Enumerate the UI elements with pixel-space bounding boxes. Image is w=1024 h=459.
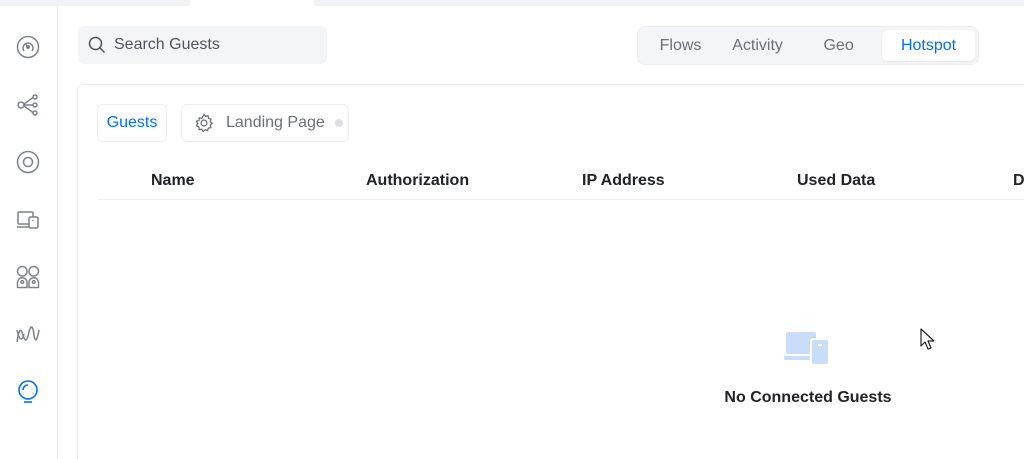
topology-icon[interactable] xyxy=(14,91,42,119)
tab-flows[interactable]: Flows xyxy=(641,30,720,61)
sidebar xyxy=(0,6,58,459)
column-header-used-data[interactable]: Used Data xyxy=(797,172,875,190)
top-tab-strip xyxy=(0,0,1024,6)
subtab-guests[interactable]: Guests xyxy=(97,104,167,142)
client-devices-icon[interactable] xyxy=(14,206,42,234)
tab-hotspot[interactable]: Hotspot xyxy=(882,30,975,61)
gear-icon xyxy=(195,113,214,133)
mouse-cursor-icon xyxy=(920,328,935,350)
active-browser-tab[interactable] xyxy=(190,0,314,6)
column-header-ip-address[interactable]: IP Address xyxy=(582,172,665,190)
table-header: Name Authorization IP Address Used Data … xyxy=(97,162,1024,200)
search-input[interactable] xyxy=(114,36,314,54)
view-segmented-control: Flows Activity Geo Hotspot xyxy=(637,26,979,65)
hotspot-icon[interactable] xyxy=(14,378,42,406)
status-dot xyxy=(334,119,343,127)
search-box[interactable] xyxy=(78,26,327,64)
column-header-name[interactable]: Name xyxy=(151,172,195,190)
landing-page-label: Landing Page xyxy=(226,114,325,131)
column-header-authorization[interactable]: Authorization xyxy=(366,172,469,190)
access-point-icon[interactable] xyxy=(14,148,42,176)
tab-geo[interactable]: Geo xyxy=(795,30,882,61)
search-icon xyxy=(88,36,106,54)
dashboard-icon[interactable] xyxy=(14,33,42,61)
empty-devices-icon xyxy=(784,332,830,366)
tab-activity[interactable]: Activity xyxy=(720,30,795,61)
subtab-landing-page[interactable]: Landing Page xyxy=(181,104,349,142)
empty-state-message: No Connected Guests xyxy=(724,389,892,406)
insights-waves-icon[interactable] xyxy=(14,321,42,349)
users-icon[interactable] xyxy=(14,263,42,291)
column-header-truncated[interactable]: D xyxy=(1013,172,1024,190)
